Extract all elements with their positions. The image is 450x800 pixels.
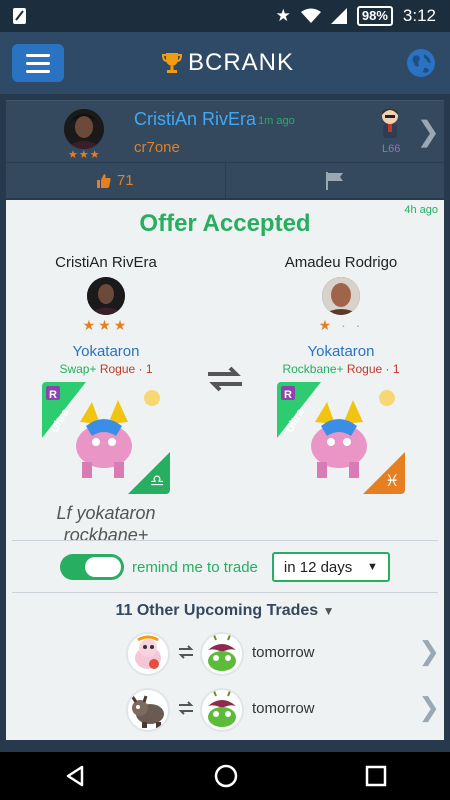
party-name[interactable]: Amadeu Rodrigo xyxy=(256,254,426,271)
battery-indicator: 98% xyxy=(356,6,393,26)
star-icon: ★ xyxy=(275,6,291,25)
monster-thumb xyxy=(200,688,244,732)
player-avatar-icon xyxy=(382,108,398,138)
remind-label: remind me to trade xyxy=(132,558,258,576)
remind-days-value: in 12 days xyxy=(283,558,353,576)
remind-row: remind me to trade in 12 days ▼ xyxy=(60,550,390,584)
user-name[interactable]: CristiAn RivEra xyxy=(134,109,256,130)
monster-name[interactable]: Yokataron xyxy=(21,343,191,360)
notification-icon xyxy=(13,8,26,24)
upcoming-trade-row[interactable]: tomorrow ❯ xyxy=(126,630,444,678)
monster-card[interactable]: R Ultra ♓ xyxy=(277,382,405,494)
swap-arrows-icon xyxy=(178,701,194,715)
avatar-photo xyxy=(87,277,125,315)
avatar[interactable] xyxy=(322,277,360,315)
monster-thumb xyxy=(126,688,170,732)
monster-art xyxy=(208,690,236,727)
avatar-photo xyxy=(64,109,104,149)
upcoming-title: 11 Other Upcoming Trades xyxy=(115,602,319,619)
monster-art xyxy=(135,635,161,669)
flag-icon xyxy=(325,171,343,190)
user-handle[interactable]: cr7one xyxy=(134,139,180,156)
trait-primary: Swap+ xyxy=(59,362,97,376)
user-rating: ★★★ xyxy=(68,149,101,161)
remind-days-select[interactable]: in 12 days ▼ xyxy=(271,552,390,582)
hamburger-line xyxy=(26,69,50,73)
upcoming-trades-header[interactable]: 11 Other Upcoming Trades ▼ xyxy=(6,602,444,620)
divider xyxy=(12,592,438,593)
remind-toggle[interactable] xyxy=(60,554,124,580)
party-name[interactable]: CristiAn RivEra xyxy=(21,254,191,271)
signal-icon xyxy=(330,8,347,24)
hamburger-line xyxy=(26,61,50,65)
report-button[interactable] xyxy=(224,163,445,198)
recents-icon[interactable] xyxy=(365,765,387,787)
monster-art xyxy=(208,634,236,671)
trait-secondary: Rogue · 1 xyxy=(99,362,153,376)
feed-user-row[interactable]: ★★★ CristiAn RivEra 1m ago cr7one L66 ❯ xyxy=(6,100,444,162)
avatar-photo xyxy=(322,277,360,315)
home-icon[interactable] xyxy=(213,763,239,789)
back-icon[interactable] xyxy=(63,764,87,788)
chevron-right-icon[interactable]: ❯ xyxy=(417,115,440,148)
avatar[interactable] xyxy=(64,109,104,149)
wifi-icon xyxy=(300,8,321,23)
avatar[interactable] xyxy=(87,277,125,315)
party-rating: ★ · · xyxy=(256,317,426,335)
globe-icon[interactable] xyxy=(406,48,436,78)
offer-right-party: Amadeu Rodrigo ★ · · Yokataron Rockbane+… xyxy=(256,254,426,494)
clock: 3:12 xyxy=(402,6,436,25)
caret-down-icon: ▼ xyxy=(367,561,378,573)
trade-when: tomorrow xyxy=(252,644,315,661)
monster-thumb xyxy=(200,632,244,676)
party-rating: ★★★ xyxy=(82,317,130,333)
post-time: 1m ago xyxy=(258,115,295,127)
chevron-right-icon[interactable]: ❯ xyxy=(418,692,440,723)
offer-card: 4h ago Offer Accepted CristiAn RivEra ★★… xyxy=(6,200,444,740)
trait-secondary: Rogue · 1 xyxy=(346,362,400,376)
monster-name[interactable]: Yokataron xyxy=(256,343,426,360)
svg-text:R: R xyxy=(49,389,57,401)
monster-card[interactable]: R Ultra ♎ xyxy=(42,382,170,494)
divider xyxy=(12,540,438,541)
like-count: 71 xyxy=(116,172,134,189)
monster-traits: Swap+ Rogue · 1 xyxy=(21,362,191,376)
svg-text:♓: ♓ xyxy=(385,471,399,490)
chevron-right-icon[interactable]: ❯ xyxy=(418,636,440,667)
monster-art xyxy=(130,695,164,728)
hamburger-line xyxy=(26,53,50,57)
svg-text:♎: ♎ xyxy=(150,471,164,490)
offer-title: Offer Accepted xyxy=(139,210,311,237)
trade-when: tomorrow xyxy=(252,700,315,717)
toggle-knob xyxy=(85,557,121,577)
menu-button[interactable] xyxy=(12,44,64,82)
thumbs-up-icon xyxy=(96,173,111,188)
monster-art: R Ultra ♓ xyxy=(277,382,405,494)
svg-text:R: R xyxy=(284,389,292,401)
swap-arrows-icon xyxy=(178,645,194,659)
trophy-icon xyxy=(162,53,182,73)
monster-traits: Rockbane+ Rogue · 1 xyxy=(256,362,426,376)
feed-action-row: 71 xyxy=(6,162,444,198)
offer-left-party: CristiAn RivEra ★★★ Yokataron Swap+ Rogu… xyxy=(21,254,191,546)
app-header: BCRANK xyxy=(0,32,450,94)
system-nav-bar xyxy=(0,752,450,800)
status-bar: ★ 98% 3:12 xyxy=(0,0,450,32)
monster-thumb xyxy=(126,632,170,676)
upcoming-trade-row[interactable]: tomorrow ❯ xyxy=(126,686,444,734)
like-button[interactable]: 71 xyxy=(6,163,225,198)
monster-art: R Ultra ♎ xyxy=(42,382,170,494)
brand-name: BCRANK xyxy=(188,49,295,76)
caret-down-icon: ▼ xyxy=(322,604,335,618)
rating-star-full: ★ xyxy=(318,317,335,333)
rating-star-empty: · · xyxy=(334,317,364,333)
player-level: L66 xyxy=(382,143,401,155)
brand-logo[interactable]: BCRANK xyxy=(162,46,294,80)
swap-arrows-icon xyxy=(208,366,242,392)
trait-primary: Rockbane+ xyxy=(282,362,344,376)
